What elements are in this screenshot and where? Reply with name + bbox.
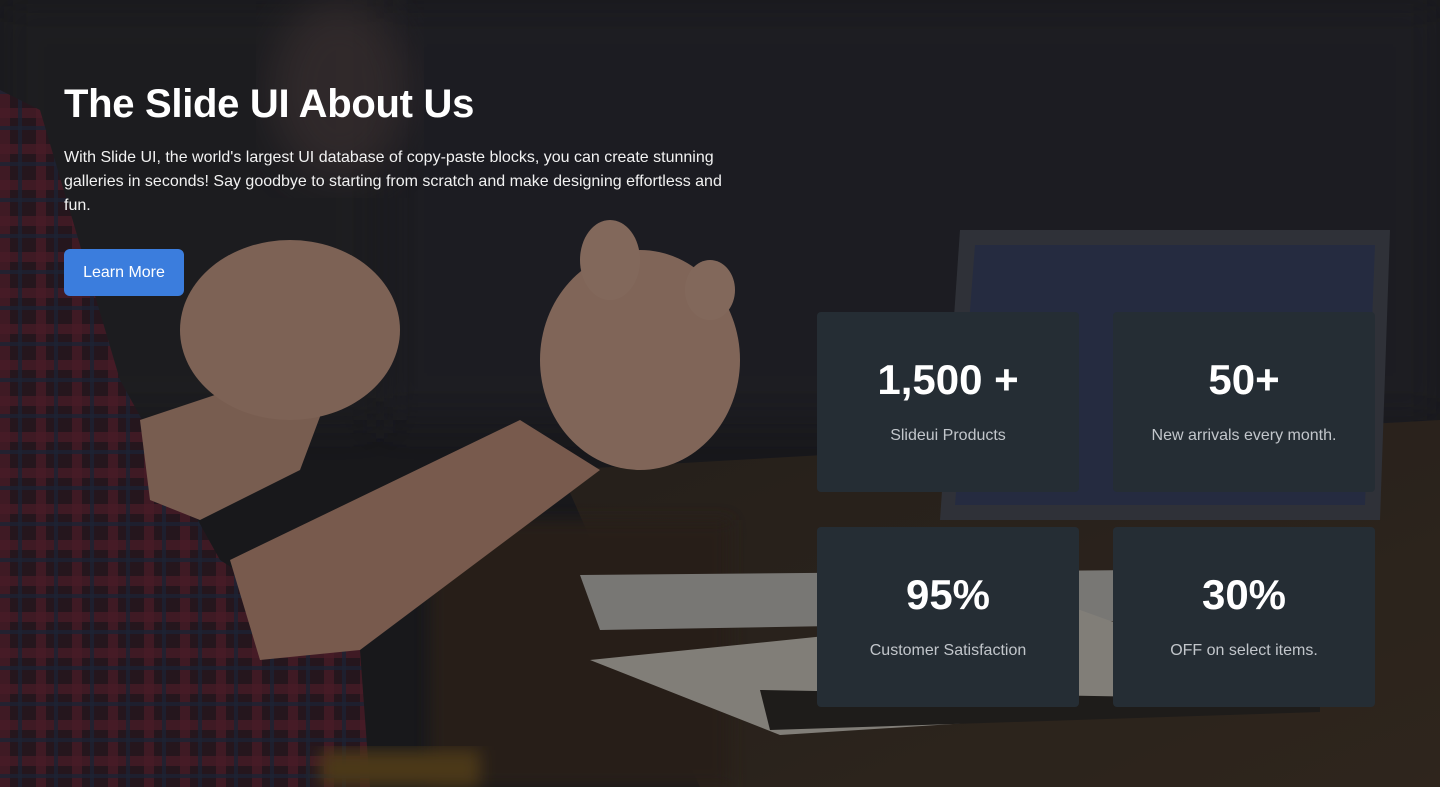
stat-label: OFF on select items. (1170, 642, 1318, 659)
stat-value: 95% (905, 571, 991, 618)
stat-card-discount: 30% OFF on select items. (1113, 527, 1375, 707)
stat-label: New arrivals every month. (1151, 427, 1337, 444)
stat-card-new-arrivals: 50+ New arrivals every month. (1113, 312, 1375, 492)
learn-more-button[interactable]: Learn More (64, 249, 184, 296)
hero-description: With Slide UI, the world's largest UI da… (64, 149, 722, 214)
stat-value: 30% (1201, 571, 1287, 618)
stat-value: 50+ (1208, 356, 1280, 403)
stat-value: 1,500 + (877, 356, 1019, 403)
stat-label: Slideui Products (890, 427, 1006, 444)
stat-card-satisfaction: 95% Customer Satisfaction (817, 527, 1079, 707)
stat-label: Customer Satisfaction (869, 642, 1027, 659)
page-title: The Slide UI About Us (64, 82, 475, 126)
about-hero-section: The Slide UI About Us With Slide UI, the… (0, 0, 1440, 787)
stat-card-products: 1,500 + Slideui Products (817, 312, 1079, 492)
